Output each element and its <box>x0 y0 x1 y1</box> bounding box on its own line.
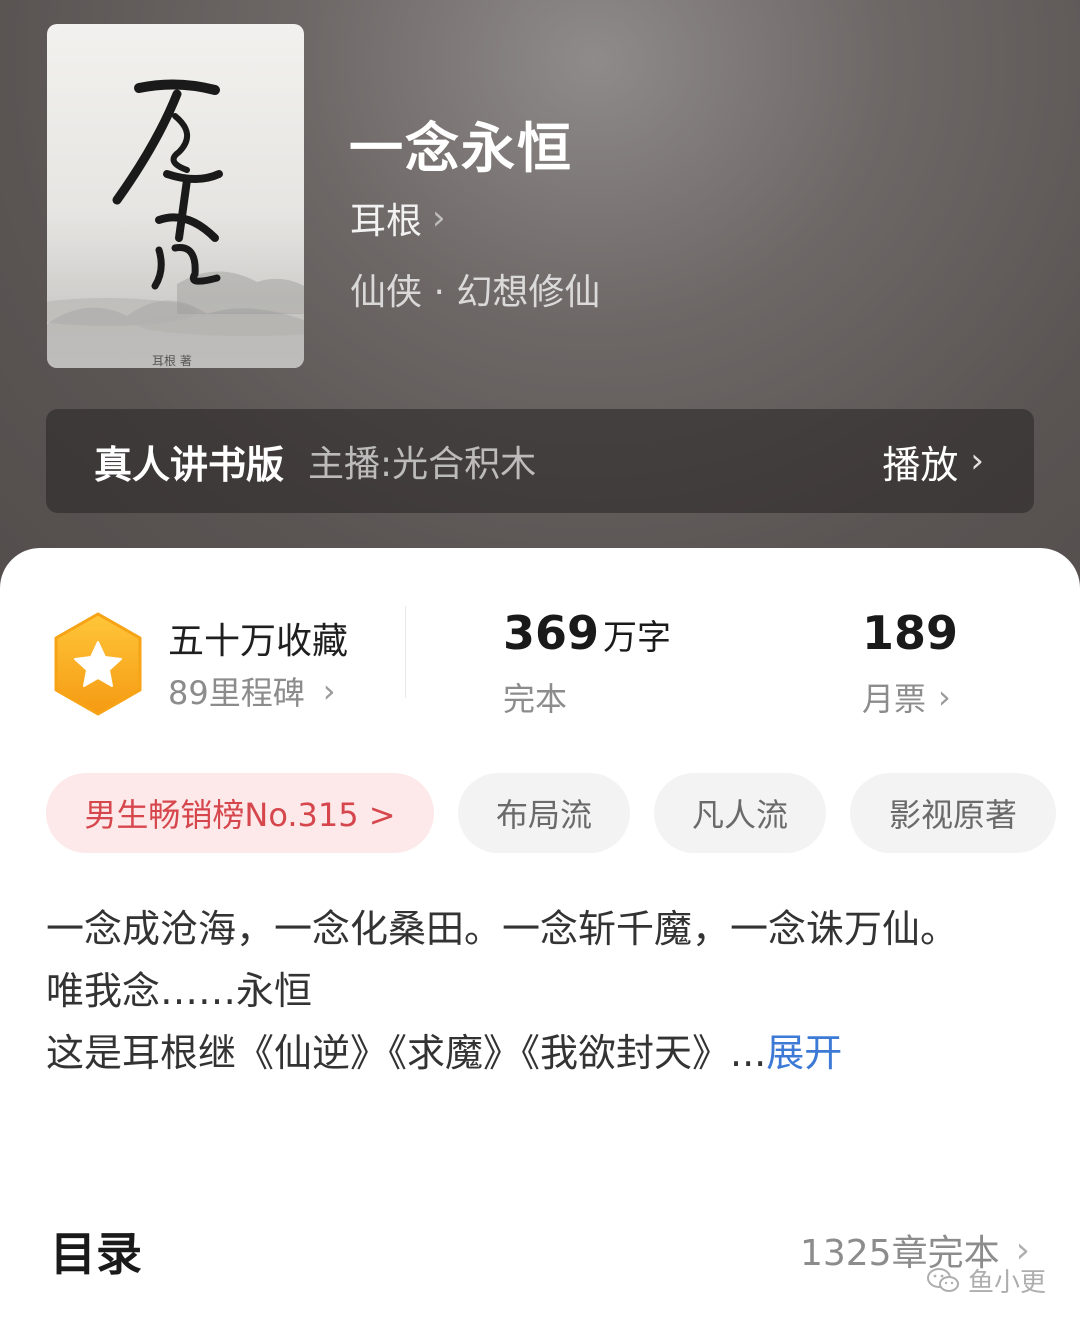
book-header: 耳根 著 一念永恒 耳根 › 仙侠 · 幻想修仙 真人讲书版 主播:光合积木 播… <box>0 0 1080 600</box>
description-line: 这是耳根继《仙逆》《求魔》《我欲封天》... <box>46 1031 767 1075</box>
toc-title: 目录 <box>50 1227 142 1281</box>
word-count-value: 369 <box>503 606 600 660</box>
author-link[interactable]: 耳根 › <box>350 196 446 242</box>
watermark-text: 鱼小更 <box>967 1268 1046 1298</box>
play-label: 播放 <box>882 442 959 487</box>
milestones-link[interactable]: 89里程碑 › <box>168 668 336 714</box>
tag-item[interactable]: 影视原著 <box>850 773 1056 853</box>
book-description[interactable]: 一念成沧海，一念化桑田。一念斩千魔，一念诛万仙。 唯我念……永恒 这是耳根继《仙… <box>46 898 1041 1084</box>
milestones-text: 89里程碑 <box>168 674 305 712</box>
book-title: 一念永恒 <box>349 116 573 180</box>
stats-row: 五十万收藏 89里程碑 › 369 万字 完本 189 月票 › <box>0 548 1080 748</box>
chevron-right-icon: › <box>322 672 336 710</box>
word-count: 369 万字 <box>503 606 671 660</box>
wechat-icon <box>926 1267 959 1292</box>
book-genre: 仙侠 · 幻想修仙 <box>350 272 601 313</box>
book-cover[interactable]: 耳根 著 <box>47 24 304 368</box>
completion-status: 完本 <box>503 680 568 718</box>
description-line: 一念成沧海，一念化桑田。一念斩千魔，一念诛万仙。 <box>46 907 959 951</box>
cover-author-text: 耳根 著 <box>152 354 192 368</box>
tag-item[interactable]: 布局流 <box>458 773 630 853</box>
monthly-votes-link[interactable]: 月票 › <box>862 674 951 720</box>
monthly-votes-value: 189 <box>862 606 959 660</box>
audio-label: 真人讲书版 <box>94 442 285 487</box>
author-name: 耳根 <box>350 201 423 242</box>
star-hexagon-icon <box>54 612 142 716</box>
chevron-right-icon: › <box>432 198 446 238</box>
tag-ranking[interactable]: 男生畅销榜No.315 > <box>46 773 434 853</box>
watermark: 鱼小更 <box>926 1262 1046 1299</box>
tag-item[interactable]: 凡人流 <box>654 773 826 853</box>
audio-version-bar[interactable]: 真人讲书版 主播:光合积木 播放 › <box>46 409 1034 513</box>
play-button[interactable]: 播放 › <box>882 409 984 513</box>
chevron-right-icon: › <box>938 678 951 716</box>
description-line: 唯我念……永恒 <box>46 969 313 1013</box>
stats-divider <box>405 606 406 698</box>
monthly-votes-label: 月票 <box>862 680 927 718</box>
word-count-unit: 万字 <box>603 618 672 658</box>
tag-list: 男生畅销榜No.315 > 布局流 凡人流 影视原著 <box>46 773 1080 853</box>
favorites-count: 五十万收藏 <box>168 621 349 662</box>
audio-host: 主播:光合积木 <box>308 444 537 485</box>
book-detail-sheet: 五十万收藏 89里程碑 › 369 万字 完本 189 月票 › 男生畅销榜No.… <box>0 548 1080 1327</box>
chevron-right-icon: › <box>970 441 984 481</box>
expand-link[interactable]: 展开 <box>766 1031 842 1075</box>
description-line-last: 这是耳根继《仙逆》《求魔》《我欲封天》...展开 <box>46 1022 1041 1084</box>
cover-art <box>47 79 304 368</box>
